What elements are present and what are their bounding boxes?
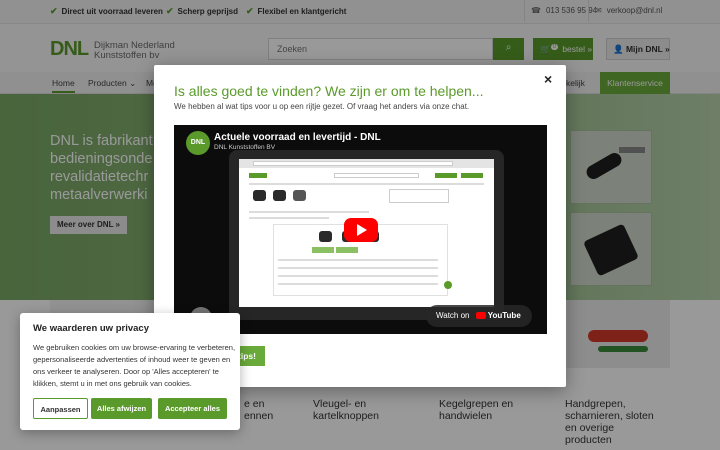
cookie-text: We gebruiken cookies om uw browse-ervari…: [33, 343, 236, 388]
reject-all-button[interactable]: Alles afwijzen: [91, 398, 152, 419]
modal-subtitle: We hebben al wat tips voor u op een rijt…: [174, 102, 470, 111]
cookie-title: We waarderen uw privacy: [33, 323, 149, 334]
video-title[interactable]: Actuele voorraad en levertijd - DNL: [214, 132, 381, 143]
cookie-consent-panel: We waarderen uw privacy We gebruiken coo…: [20, 313, 240, 430]
youtube-video[interactable]: DNL Actuele voorraad en levertijd - DNL …: [174, 125, 547, 334]
youtube-logo-icon: YouTube: [475, 311, 521, 320]
modal-title: Is alles goed te vinden? We zijn er om t…: [174, 83, 484, 99]
watch-on-youtube-button[interactable]: Watch on YouTube: [426, 305, 532, 327]
customize-cookies-button[interactable]: Aanpassen: [33, 398, 88, 419]
close-icon[interactable]: ×: [544, 71, 552, 87]
play-button[interactable]: [344, 218, 378, 242]
accept-all-button[interactable]: Accepteer alles: [158, 398, 227, 419]
channel-avatar[interactable]: DNL: [186, 131, 210, 155]
